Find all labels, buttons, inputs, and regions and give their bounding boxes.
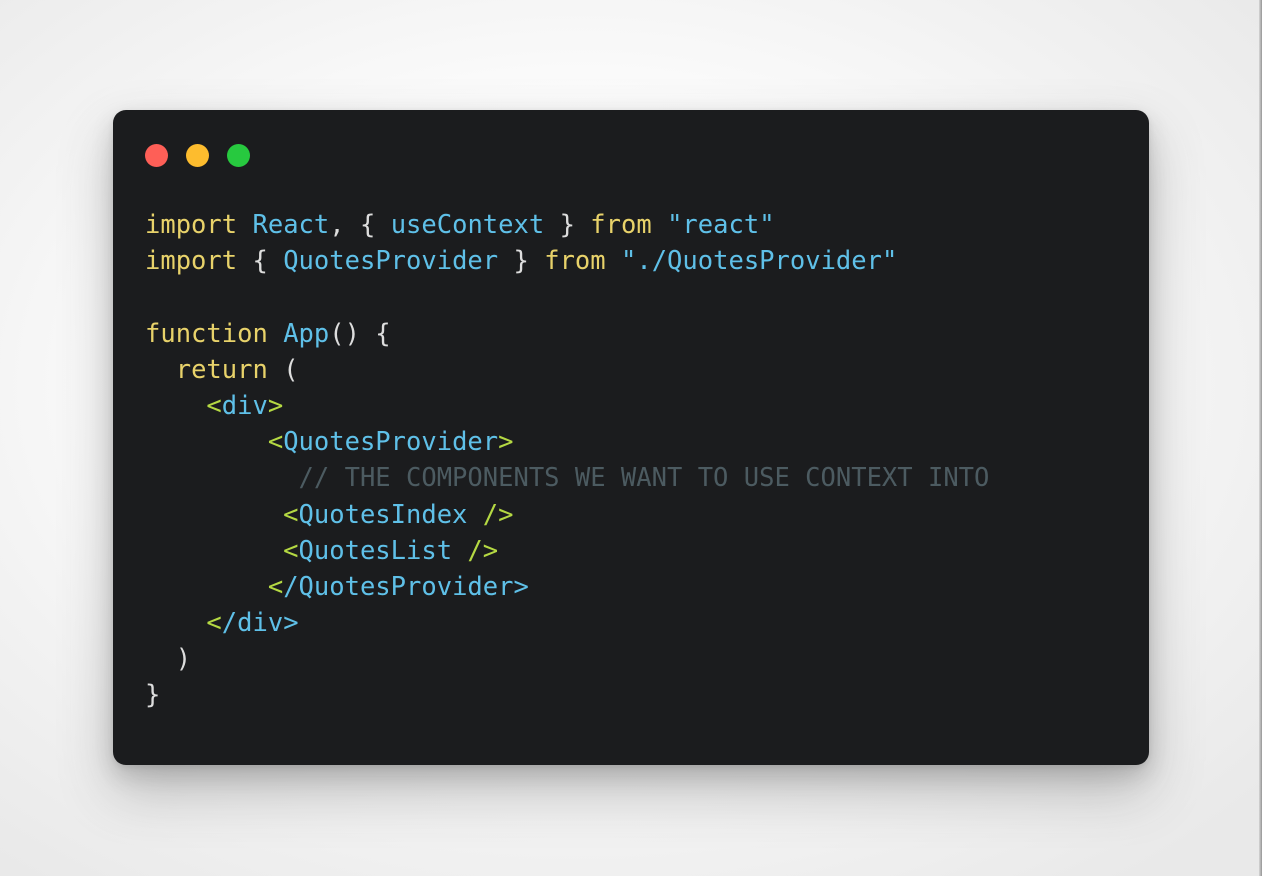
code-token: function [145,318,268,349]
code-token: App [283,318,330,349]
code-token: QuotesIndex [298,499,468,530]
code-line: </div> [145,605,1139,641]
code-token: () { [329,318,391,349]
code-token: /QuotesProvider> [283,571,529,602]
maximize-window-button[interactable] [227,144,250,167]
code-token: div [221,390,268,421]
code-line: </QuotesProvider> [145,569,1139,605]
code-line: } [145,677,1139,713]
code-line: return ( [145,352,1139,388]
code-token: return [175,354,268,385]
code-token: < [206,608,222,639]
code-token: ) [175,644,192,675]
code-line: import { QuotesProvider } from "./Quotes… [145,243,1139,279]
code-token: { [359,210,376,240]
code-token: "react" [667,210,775,240]
code-token: QuotesProvider [283,427,499,458]
code-token: QuotesProvider [283,246,499,277]
code-token: > [267,390,284,421]
code-token: < [283,499,299,530]
code-editor-content[interactable]: import React, { useContext } from "react… [145,207,1139,765]
code-token: React [252,210,330,240]
code-token: } [559,210,575,240]
code-token: < [283,535,299,566]
code-line: <QuotesIndex /> [145,497,1139,533]
code-line: ) [145,641,1139,677]
code-line: function App() { [145,316,1139,352]
code-token: < [206,390,222,421]
code-line: import React, { useContext } from "react… [145,207,1139,243]
close-window-button[interactable] [145,144,168,167]
code-token: useContext [390,210,545,240]
code-token: // THE COMPONENTS WE WANT TO USE CONTEXT… [298,463,990,494]
code-line: <div> [145,388,1139,424]
code-token: from [544,246,606,277]
code-line: <QuotesList /> [145,533,1139,569]
code-line: <QuotesProvider> [145,424,1139,460]
window-titlebar [113,110,1149,200]
code-token: > [498,427,514,458]
code-token: < [267,427,284,458]
code-token: /> [482,499,514,530]
code-line: // THE COMPONENTS WE WANT TO USE CONTEXT… [145,460,1139,496]
code-token: , [329,210,345,240]
code-token: } [145,680,161,711]
code-token: /div> [221,608,299,639]
code-token: import [145,210,238,240]
code-token: import [145,246,238,277]
minimize-window-button[interactable] [186,144,209,167]
code-line: ​ [145,279,1139,315]
code-token: } [513,246,529,277]
code-token: { [252,246,268,277]
code-window: import React, { useContext } from "react… [113,110,1149,765]
code-token: /> [467,535,499,566]
code-token: from [590,210,652,240]
code-token: < [267,571,284,602]
code-token: QuotesList [298,535,453,566]
code-token: ( [283,354,299,385]
code-token: "./QuotesProvider" [621,246,898,277]
